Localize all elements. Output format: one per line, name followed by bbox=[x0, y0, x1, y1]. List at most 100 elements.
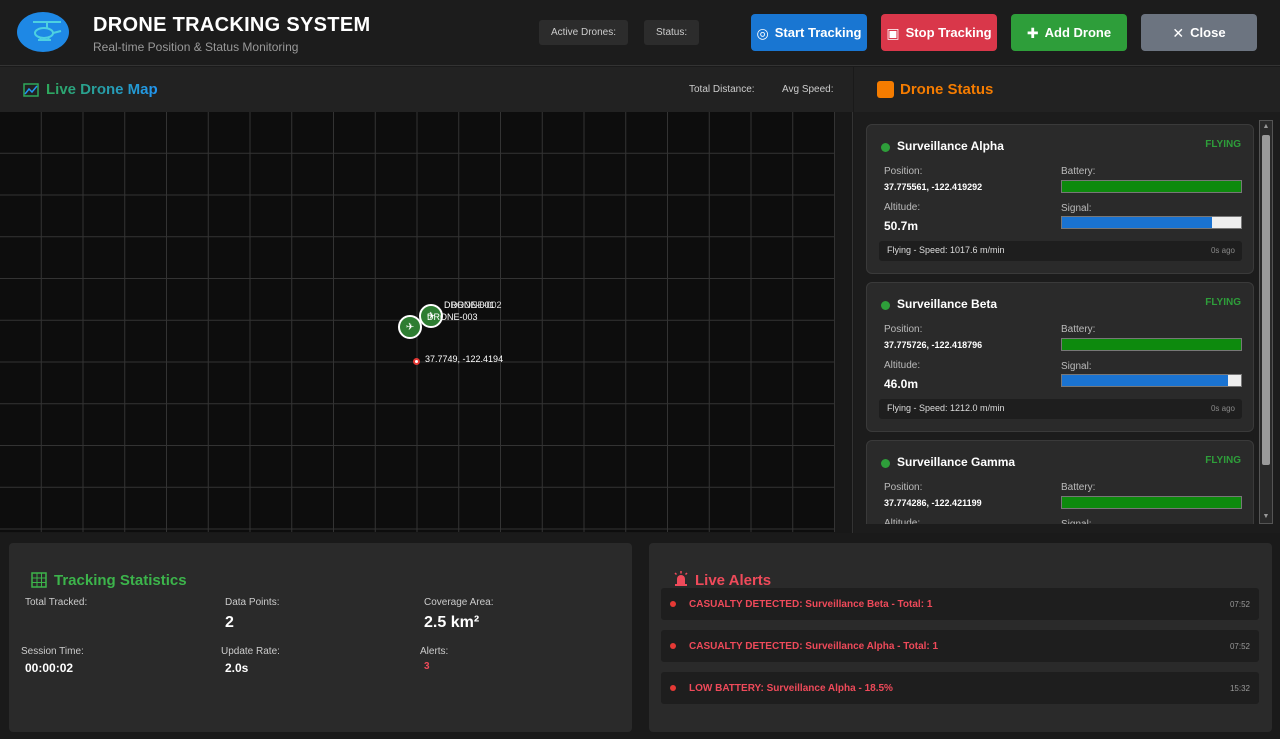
position-value: 37.775561, -122.419292 bbox=[884, 182, 983, 192]
drone-state: FLYING bbox=[1205, 139, 1241, 150]
signal-label: Signal: bbox=[1061, 519, 1092, 524]
add-drone-label: Add Drone bbox=[1044, 25, 1112, 40]
drone-status-panel: Drone Status Surveillance Alpha FLYING P… bbox=[854, 67, 1280, 533]
app-subtitle: Real-time Position & Status Monitoring bbox=[93, 40, 299, 54]
altitude-value: 50.7m bbox=[884, 219, 919, 233]
alerts-count-label: Alerts: bbox=[420, 646, 449, 657]
alert-text: CASUALTY DETECTED: Surveillance Beta - T… bbox=[689, 599, 933, 610]
altitude-value: 46.0m bbox=[884, 377, 919, 391]
active-drones-badge: Active Drones: bbox=[539, 20, 629, 45]
drone-label-003: DRONE-003 bbox=[427, 312, 478, 322]
altitude-label: Altitude: bbox=[884, 202, 921, 213]
drone-card[interactable]: Surveillance Gamma FLYING Position: 37.7… bbox=[866, 440, 1254, 524]
altitude-label: Altitude: bbox=[884, 518, 921, 524]
drone-state: FLYING bbox=[1205, 297, 1241, 308]
scroll-up-arrow-icon[interactable]: ▲ bbox=[1260, 121, 1272, 133]
status-dot bbox=[881, 143, 890, 152]
close-icon: ✕ bbox=[1172, 24, 1185, 41]
status-dot bbox=[881, 301, 890, 310]
session-time-label: Session Time: bbox=[21, 646, 84, 657]
status-scrollbar[interactable]: ▲ ▼ bbox=[1259, 120, 1273, 524]
alert-time: 07:52 bbox=[1229, 600, 1250, 609]
drone-name: Surveillance Gamma bbox=[897, 455, 1016, 469]
start-tracking-button[interactable]: ◎ Start Tracking bbox=[751, 14, 867, 51]
signal-bar bbox=[1061, 374, 1242, 387]
update-rate-label: Update Rate: bbox=[221, 646, 280, 657]
drone-footer: Flying - Speed: 1212.0 m/min 0s ago bbox=[879, 399, 1242, 419]
target-icon: ◎ bbox=[756, 24, 769, 41]
drone-logo-icon bbox=[17, 12, 69, 52]
alert-text: LOW BATTERY: Surveillance Alpha - 18.5% bbox=[689, 683, 893, 694]
drone-name: Surveillance Alpha bbox=[897, 139, 1004, 153]
signal-label: Signal: bbox=[1061, 203, 1092, 214]
battery-bar bbox=[1061, 180, 1242, 193]
stop-icon: ▣ bbox=[886, 24, 900, 41]
drone-status-list[interactable]: Surveillance Alpha FLYING Position: 37.7… bbox=[866, 124, 1256, 524]
alert-text: CASUALTY DETECTED: Surveillance Alpha - … bbox=[689, 641, 939, 652]
session-time-value: 00:00:02 bbox=[25, 661, 74, 675]
status-badge: Status: bbox=[644, 20, 700, 45]
position-marker[interactable] bbox=[413, 358, 420, 365]
scroll-down-arrow-icon[interactable]: ▼ bbox=[1260, 511, 1272, 523]
close-button[interactable]: ✕ Close bbox=[1141, 14, 1257, 51]
coverage-area-value: 2.5 km² bbox=[424, 614, 480, 631]
position-coordinate-label: 37.7749, -122.4194 bbox=[425, 354, 504, 364]
drone-map-canvas[interactable]: ✈ ✈ DRONE-001 DRONE-002 DRONE-003 37.774… bbox=[0, 112, 835, 532]
stats-title: Tracking Statistics bbox=[54, 572, 187, 589]
position-label: Position: bbox=[884, 324, 923, 335]
drone-icon: ✈ bbox=[405, 321, 415, 333]
scrollbar-thumb[interactable] bbox=[1262, 135, 1270, 465]
live-alerts-panel: Live Alerts CASUALTY DETECTED: Surveilla… bbox=[649, 543, 1272, 732]
signal-bar bbox=[1061, 216, 1242, 229]
battery-label: Battery: bbox=[1061, 324, 1096, 335]
status-chart-icon bbox=[877, 81, 894, 98]
tracking-statistics-panel: Tracking Statistics Total Tracked: Data … bbox=[9, 543, 632, 732]
last-update: 0s ago bbox=[1210, 404, 1235, 413]
position-label: Position: bbox=[884, 166, 923, 177]
alert-time: 15:32 bbox=[1229, 684, 1250, 693]
drone-name: Surveillance Beta bbox=[897, 297, 998, 311]
status-dot bbox=[881, 459, 890, 468]
drone-label-002: DRONE-002 bbox=[451, 300, 502, 310]
app-title: DRONE TRACKING SYSTEM bbox=[93, 14, 371, 36]
grid-icon bbox=[31, 572, 47, 588]
alert-item[interactable]: CASUALTY DETECTED: Surveillance Beta - T… bbox=[661, 588, 1259, 620]
app-header: DRONE TRACKING SYSTEM Real-time Position… bbox=[0, 0, 1280, 66]
siren-icon bbox=[674, 571, 688, 586]
drone-card[interactable]: Surveillance Alpha FLYING Position: 37.7… bbox=[866, 124, 1254, 274]
close-label: Close bbox=[1190, 25, 1226, 40]
status-title: Drone Status bbox=[900, 81, 994, 98]
drone-state: FLYING bbox=[1205, 455, 1241, 466]
data-points-value: 2 bbox=[225, 614, 234, 631]
drone-marker-003[interactable]: ✈ bbox=[398, 315, 422, 339]
alerts-title: Live Alerts bbox=[695, 572, 772, 589]
alert-time: 07:52 bbox=[1229, 642, 1250, 651]
alert-item[interactable]: LOW BATTERY: Surveillance Alpha - 18.5% … bbox=[661, 672, 1259, 704]
stop-tracking-button[interactable]: ▣ Stop Tracking bbox=[881, 14, 997, 51]
battery-bar bbox=[1061, 338, 1242, 351]
update-rate-value: 2.0s bbox=[225, 661, 249, 675]
avg-speed-label: Avg Speed: bbox=[782, 84, 834, 95]
bottom-section: Tracking Statistics Total Tracked: Data … bbox=[0, 533, 1280, 739]
battery-bar bbox=[1061, 496, 1242, 509]
plus-icon: ✚ bbox=[1026, 24, 1039, 41]
stop-tracking-label: Stop Tracking bbox=[905, 25, 992, 40]
map-title: Live Drone Map bbox=[46, 81, 158, 98]
signal-label: Signal: bbox=[1061, 361, 1092, 372]
battery-label: Battery: bbox=[1061, 482, 1096, 493]
status-header: Drone Status bbox=[854, 67, 1280, 112]
position-value: 37.774286, -122.421199 bbox=[884, 498, 982, 508]
map-panel: Live Drone Map Total Distance: Avg Speed… bbox=[0, 67, 853, 533]
alert-dot bbox=[670, 685, 676, 691]
drone-footer-text: Flying - Speed: 1017.6 m/min bbox=[887, 245, 1005, 255]
alerts-count-value: 3 bbox=[424, 661, 430, 672]
drone-footer: Flying - Speed: 1017.6 m/min 0s ago bbox=[879, 241, 1242, 261]
alert-item[interactable]: CASUALTY DETECTED: Surveillance Alpha - … bbox=[661, 630, 1259, 662]
drone-card[interactable]: Surveillance Beta FLYING Position: 37.77… bbox=[866, 282, 1254, 432]
map-icon bbox=[23, 83, 39, 97]
add-drone-button[interactable]: ✚ Add Drone bbox=[1011, 14, 1127, 51]
start-tracking-label: Start Tracking bbox=[774, 25, 862, 40]
altitude-label: Altitude: bbox=[884, 360, 921, 371]
total-distance-label: Total Distance: bbox=[689, 84, 755, 95]
drone-footer-text: Flying - Speed: 1212.0 m/min bbox=[887, 403, 1005, 413]
